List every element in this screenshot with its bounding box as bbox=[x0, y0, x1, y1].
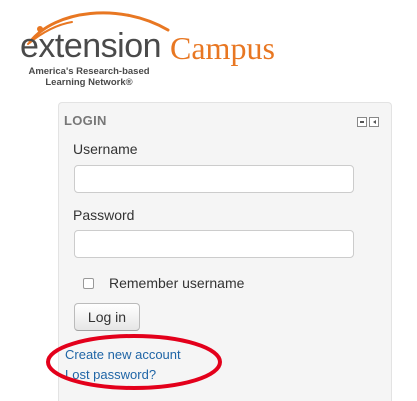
logo-campus-text: Campus bbox=[170, 30, 275, 66]
username-input[interactable] bbox=[74, 165, 354, 193]
password-input[interactable] bbox=[74, 230, 354, 258]
username-label: Username bbox=[73, 141, 138, 157]
remember-username-label[interactable]: Remember username bbox=[109, 275, 244, 291]
dock-left-icon[interactable] bbox=[369, 117, 379, 127]
logo-tagline-line1: America's Research-based bbox=[28, 66, 150, 77]
remember-username-row[interactable]: Remember username bbox=[83, 275, 244, 291]
minus-box-icon[interactable] bbox=[357, 117, 367, 127]
logo-wordmark: extension bbox=[20, 27, 162, 65]
login-block: LOGIN Username Password Remember usernam… bbox=[58, 102, 392, 401]
password-label: Password bbox=[73, 207, 135, 223]
login-block-title: LOGIN bbox=[64, 113, 107, 128]
logo-tagline-line2: Learning Network® bbox=[45, 77, 133, 88]
login-button[interactable]: Log in bbox=[74, 303, 140, 331]
site-logo[interactable]: extension Campus America's Research-base… bbox=[0, 0, 300, 95]
remember-username-checkbox[interactable] bbox=[83, 277, 94, 289]
logo-tagline: America's Research-based Learning Networ… bbox=[4, 66, 174, 88]
lost-password-link[interactable]: Lost password? bbox=[65, 367, 156, 382]
create-account-link[interactable]: Create new account bbox=[65, 347, 181, 362]
block-controls bbox=[357, 117, 379, 127]
